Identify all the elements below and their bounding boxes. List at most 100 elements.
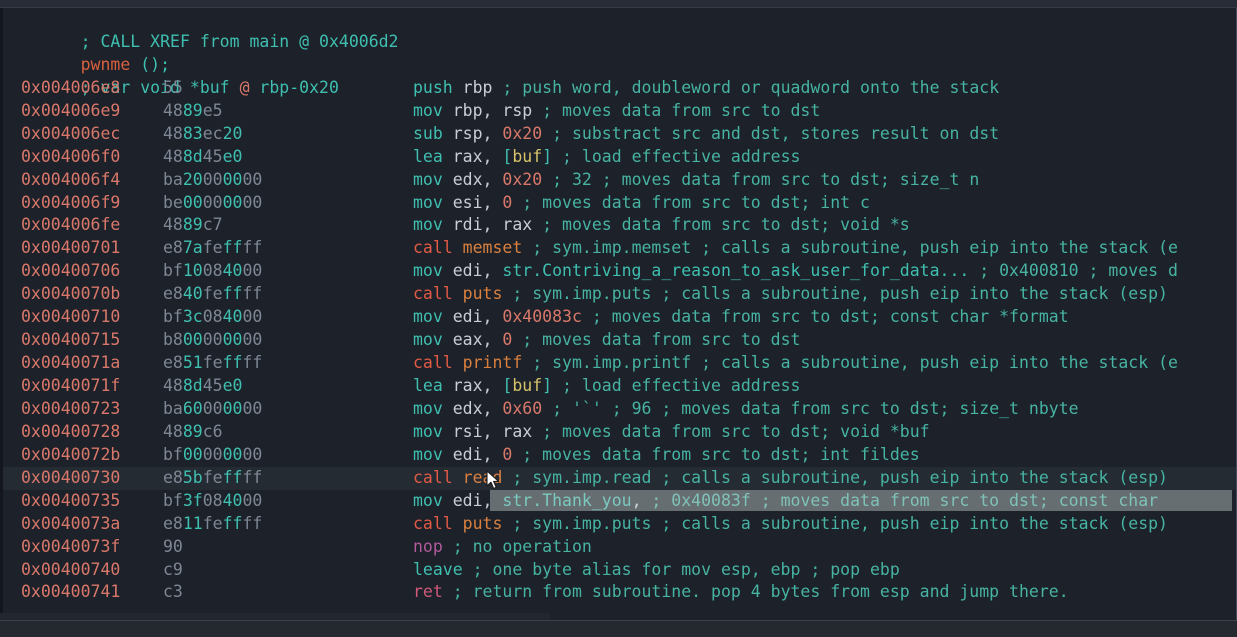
instruction-address[interactable]: 0x00400715 [3,329,163,352]
instruction-address[interactable]: 0x00400723 [3,398,163,421]
instruction-text[interactable]: push rbp ; push word, doubleword or quad… [413,78,999,97]
instruction-row[interactable]: 0x0040072b bf00000000 mov edi, 0 ; moves d… [3,444,1236,467]
instruction-row[interactable]: 0x0040070b e840feffff call puts ; sym.imp.… [3,283,1236,306]
instruction-text[interactable]: mov rbp, rsp ; moves data from src to ds… [413,101,820,120]
instruction-mnemonic[interactable]: leave [413,560,463,579]
instruction-operands[interactable]: edx, 0x20 [443,170,542,189]
instruction-row[interactable]: 0x00400715 b800000000 mov eax, 0 ; moves d… [3,329,1236,352]
instruction-text[interactable]: sub rsp, 0x20 ; substract src and dst, s… [413,124,999,143]
instruction-address[interactable]: 0x00400728 [3,421,163,444]
instruction-operands[interactable]: rdi, rax [443,215,532,234]
instruction-row[interactable]: 0x00400706 bf10084000 mov edi, str.Contriv… [3,260,1236,283]
instruction-address[interactable]: 0x004006e8 [3,77,163,100]
instruction-row[interactable]: 0x00400728 4889c6 mov rsi, rax ; moves dat… [3,421,1236,444]
instruction-operands[interactable]: rbp, rsp [443,101,532,120]
instruction-address[interactable]: 0x00400730 [3,467,163,490]
instruction-operands[interactable]: memset [453,238,523,257]
instruction-mnemonic[interactable]: nop [413,537,443,556]
instruction-mnemonic[interactable]: mov [413,193,443,212]
instruction-row[interactable]: 0x004006f4 ba20000000 mov edx, 0x20 ; 32 ;… [3,169,1236,192]
instruction-address[interactable]: 0x00400701 [3,237,163,260]
instruction-operands[interactable]: esi, 0 [443,193,513,212]
instruction-mnemonic[interactable]: push [413,78,453,97]
instruction-address[interactable]: 0x0040073a [3,513,163,536]
instruction-row[interactable]: 0x004006f0 488d45e0 lea rax, [buf] ; load … [3,146,1236,169]
instruction-text[interactable]: call puts ; sym.imp.puts ; calls a subro… [413,514,1168,533]
instruction-mnemonic[interactable]: mov [413,261,443,280]
instruction-operands[interactable]: rsp, 0x20 [443,124,542,143]
instruction-address[interactable]: 0x004006e9 [3,100,163,123]
instruction-address[interactable]: 0x0040072b [3,444,163,467]
instruction-mnemonic[interactable]: mov [413,215,443,234]
instruction-text[interactable]: mov edi, str.Contriving_a_reason_to_ask_… [413,261,1178,280]
instruction-row[interactable]: 0x004006f9 be00000000 mov esi, 0 ; moves d… [3,192,1236,215]
instruction-mnemonic[interactable]: mov [413,307,443,326]
instruction-mnemonic[interactable]: call [413,284,453,303]
instruction-operands[interactable]: rsi, rax [443,422,532,441]
instruction-row[interactable]: 0x00400701 e87afeffff call memset ; sym.im… [3,237,1236,260]
instruction-list[interactable]: 0x004006e8 55 push rbp ; push word, double… [3,77,1236,605]
instruction-text[interactable]: mov rsi, rax ; moves data from src to ds… [413,422,930,441]
instruction-operands[interactable]: rax, [buf] [443,376,552,395]
instruction-operands[interactable]: edx, 0x60 [443,399,542,418]
instruction-row[interactable]: 0x0040073f 90 nop ; no operation [3,536,1236,559]
instruction-text[interactable]: mov edi, 0 ; moves data from src to dst;… [413,445,920,464]
instruction-text[interactable]: ret ; return from subroutine. pop 4 byte… [413,582,1069,601]
instruction-row[interactable]: 0x00400730 e85bfeffff call read ; sym.imp.… [3,466,1236,490]
instruction-address[interactable]: 0x0040073f [3,536,163,559]
instruction-row[interactable]: 0x00400740 c9 leave ; one byte alias for m… [3,559,1236,582]
instruction-operands[interactable]: edi, 0x40083c [443,307,582,326]
instruction-operands[interactable]: rbp [453,78,493,97]
instruction-text[interactable]: nop ; no operation [413,537,592,556]
instruction-text[interactable]: mov edi, 0x40083c ; moves data from src … [413,307,1069,326]
instruction-address[interactable]: 0x0040071f [3,375,163,398]
instruction-operands[interactable]: rax, [buf] [443,147,552,166]
instruction-row[interactable]: 0x00400710 bf3c084000 mov edi, 0x40083c ; … [3,306,1236,329]
instruction-mnemonic[interactable]: call [413,468,453,487]
instruction-row[interactable]: 0x004006ec 4883ec20 sub rsp, 0x20 ; substr… [3,123,1236,146]
instruction-text[interactable]: call read ; sym.imp.read ; calls a subro… [413,468,1168,487]
instruction-text[interactable]: lea rax, [buf] ; load effective address [413,376,800,395]
disassembly-panel[interactable]: ; CALL XREF from main @ 0x4006d2 pwnme (… [0,8,1237,620]
instruction-operands[interactable]: puts [453,514,503,533]
instruction-mnemonic[interactable]: mov [413,445,443,464]
instruction-operands[interactable]: printf [453,353,523,372]
instruction-row[interactable]: 0x0040071f 488d45e0 lea rax, [buf] ; load … [3,375,1236,398]
instruction-address[interactable]: 0x00400710 [3,306,163,329]
instruction-mnemonic[interactable]: sub [413,124,443,143]
instruction-mnemonic[interactable]: ret [413,582,443,601]
instruction-mnemonic[interactable]: mov [413,422,443,441]
instruction-mnemonic[interactable]: mov [413,170,443,189]
instruction-mnemonic[interactable]: lea [413,147,443,166]
instruction-row[interactable]: 0x0040071a e851feffff call printf ; sym.im… [3,352,1236,375]
instruction-text[interactable]: call puts ; sym.imp.puts ; calls a subro… [413,284,1168,303]
instruction-address[interactable]: 0x004006fe [3,214,163,237]
instruction-text[interactable]: call printf ; sym.imp.printf ; calls a s… [413,353,1178,372]
instruction-operands[interactable]: edi, str.Contriving_a_reason_to_ask_user… [443,261,970,280]
instruction-mnemonic[interactable]: lea [413,376,443,395]
instruction-address[interactable]: 0x004006f9 [3,192,163,215]
instruction-address[interactable]: 0x004006f4 [3,169,163,192]
instruction-operands[interactable]: eax, 0 [443,330,513,349]
instruction-row[interactable]: 0x004006fe 4889c7 mov rdi, rax ; moves dat… [3,214,1236,237]
instruction-row[interactable]: 0x004006e8 55 push rbp ; push word, double… [3,77,1236,100]
instruction-address[interactable]: 0x00400740 [3,559,163,582]
instruction-mnemonic[interactable]: call [413,353,453,372]
instruction-text[interactable]: mov edx, 0x20 ; 32 ; moves data from src… [413,170,979,189]
instruction-text[interactable]: mov esi, 0 ; moves data from src to dst;… [413,193,870,212]
instruction-address[interactable]: 0x0040071a [3,352,163,375]
instruction-mnemonic[interactable]: call [413,514,453,533]
instruction-text[interactable]: mov edx, 0x60 ; '`' ; 96 ; moves data fr… [413,399,1079,418]
instruction-address[interactable]: 0x00400741 [3,581,163,604]
instruction-text[interactable]: lea rax, [buf] ; load effective address [413,147,800,166]
instruction-mnemonic[interactable]: mov [413,101,443,120]
instruction-operands[interactable]: read [453,468,503,487]
instruction-text[interactable]: leave ; one byte alias for mov esp, ebp … [413,560,900,579]
instruction-text[interactable]: mov eax, 0 ; moves data from src to dst [413,330,800,349]
instruction-text[interactable]: call memset ; sym.imp.memset ; calls a s… [413,238,1178,257]
instruction-row[interactable]: 0x004006e9 4889e5 mov rbp, rsp ; moves dat… [3,100,1236,123]
instruction-mnemonic[interactable]: mov [413,491,443,510]
instruction-operands[interactable]: puts [453,284,503,303]
instruction-text[interactable]: mov rdi, rax ; moves data from src to ds… [413,215,910,234]
instruction-operands[interactable]: edi, 0 [443,445,513,464]
